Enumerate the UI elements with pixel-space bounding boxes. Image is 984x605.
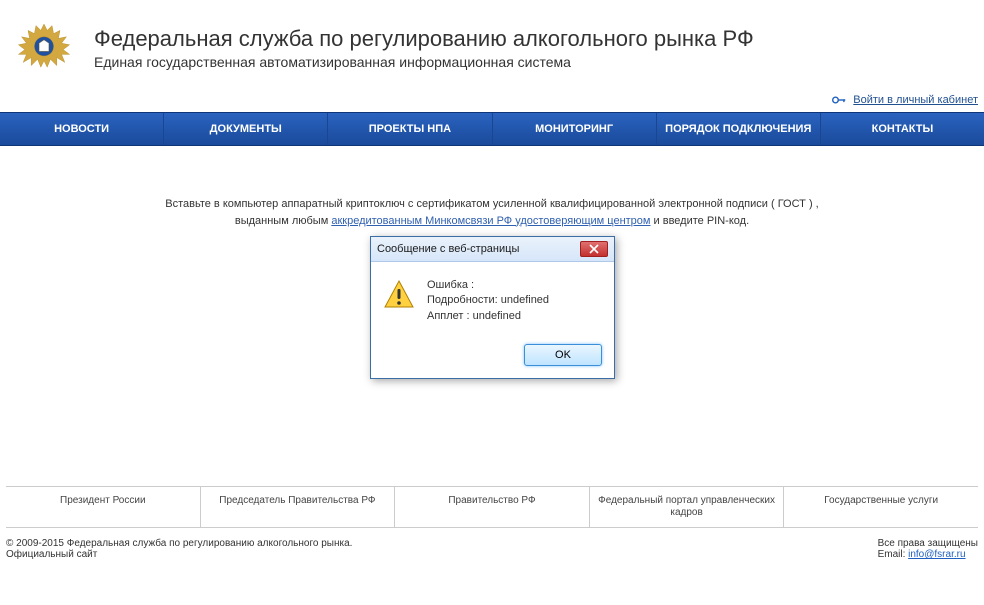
instr-line2-pre: выданным любым: [235, 215, 331, 227]
nav-monitoring[interactable]: МОНИТОРИНГ: [493, 113, 657, 145]
warning-icon: [383, 278, 415, 310]
site-title: Федеральная служба по регулированию алко…: [94, 26, 754, 52]
email-label: Email:: [878, 549, 909, 560]
page-header: Федеральная служба по регулированию алко…: [0, 0, 984, 92]
instr-line2-post: и введите PIN-код.: [650, 215, 749, 227]
rights-block: Все права защищены Email: info@fsrar.ru: [878, 538, 978, 560]
footer-link-government[interactable]: Правительство РФ: [395, 487, 590, 527]
dialog-titlebar[interactable]: Сообщение с веб-страницы: [371, 237, 614, 262]
footer-link-hr-portal[interactable]: Федеральный портал управленческих кадров: [590, 487, 785, 527]
copyright-block: © 2009-2015 Федеральная служба по регули…: [6, 538, 352, 560]
nav-news[interactable]: НОВОСТИ: [0, 113, 164, 145]
dialog-msg-line3: Апплет : undefined: [427, 309, 549, 324]
bottom-bar: © 2009-2015 Федеральная служба по регули…: [0, 528, 984, 570]
login-row: Войти в личный кабинет: [0, 92, 984, 112]
dialog-close-button[interactable]: [580, 241, 608, 257]
dialog-ok-button[interactable]: OK: [524, 344, 602, 366]
nav-contacts[interactable]: КОНТАКТЫ: [821, 113, 984, 145]
nav-npa-projects[interactable]: ПРОЕКТЫ НПА: [328, 113, 492, 145]
dialog-msg-line1: Ошибка :: [427, 278, 549, 293]
agency-emblem-icon: [4, 8, 84, 88]
footer-links-bar: Президент России Председатель Правительс…: [6, 486, 978, 528]
dialog-body: Ошибка : Подробности: undefined Апплет :…: [371, 262, 614, 336]
dialog-footer: OK: [371, 336, 614, 378]
rights-text: Все права защищены: [878, 538, 978, 549]
footer-link-president[interactable]: Президент России: [6, 487, 201, 527]
key-icon: [832, 95, 846, 105]
site-subtitle: Единая государственная автоматизированна…: [94, 54, 754, 70]
error-dialog: Сообщение с веб-страницы Ошибка : Подроб…: [370, 236, 615, 379]
nav-connection-order[interactable]: ПОРЯДОК ПОДКЛЮЧЕНИЯ: [657, 113, 821, 145]
instruction-text: Вставьте в компьютер аппаратный криптокл…: [20, 196, 964, 229]
instr-line1: Вставьте в компьютер аппаратный криптокл…: [165, 198, 818, 210]
nav-documents[interactable]: ДОКУМЕНТЫ: [164, 113, 328, 145]
official-site-text: Официальный сайт: [6, 549, 352, 560]
accredited-center-link[interactable]: аккредитованным Минкомсвязи РФ удостовер…: [331, 215, 650, 227]
main-nav: НОВОСТИ ДОКУМЕНТЫ ПРОЕКТЫ НПА МОНИТОРИНГ…: [0, 112, 984, 146]
dialog-title: Сообщение с веб-страницы: [377, 243, 519, 255]
footer-link-pm[interactable]: Председатель Правительства РФ: [201, 487, 396, 527]
header-titles: Федеральная служба по регулированию алко…: [94, 26, 754, 70]
copyright-text: © 2009-2015 Федеральная служба по регули…: [6, 538, 352, 549]
email-row: Email: info@fsrar.ru: [878, 549, 978, 560]
footer-link-gosuslugi[interactable]: Государственные услуги: [784, 487, 978, 527]
login-link[interactable]: Войти в личный кабинет: [853, 94, 978, 106]
email-link[interactable]: info@fsrar.ru: [908, 549, 965, 560]
dialog-message: Ошибка : Подробности: undefined Апплет :…: [427, 278, 549, 324]
dialog-msg-line2: Подробности: undefined: [427, 293, 549, 308]
close-icon: [589, 244, 599, 254]
